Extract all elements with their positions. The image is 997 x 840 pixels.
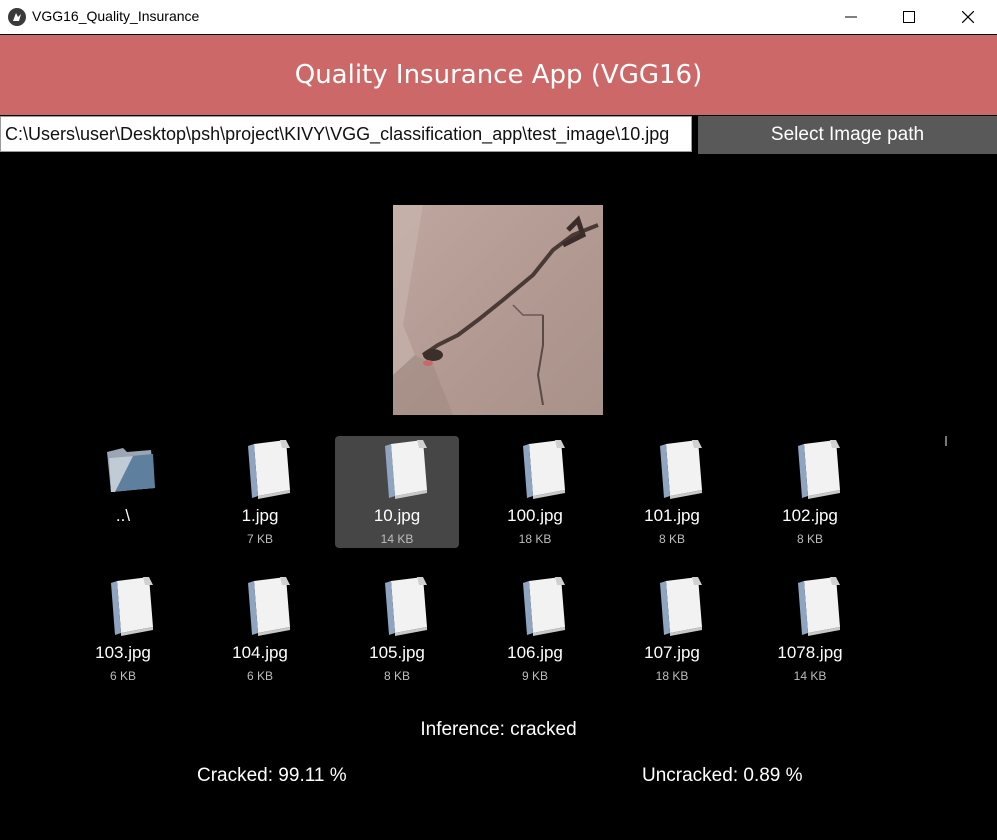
file-size: 14 KB	[380, 532, 414, 546]
file-item[interactable]: 106.jpg 9 KB	[473, 573, 597, 685]
file-item[interactable]: 107.jpg 18 KB	[610, 573, 734, 685]
close-button[interactable]	[939, 0, 997, 34]
file-size: 6 KB	[246, 669, 273, 683]
file-item[interactable]: 104.jpg 6 KB	[198, 573, 322, 685]
parent-folder-item[interactable]: ..\	[61, 436, 185, 548]
file-size: 8 KB	[658, 532, 685, 546]
select-image-path-button[interactable]: Select Image path	[698, 116, 997, 154]
kivy-app-icon	[8, 8, 26, 26]
file-size: 8 KB	[796, 532, 823, 546]
file-name: 103.jpg	[95, 643, 151, 662]
file-item[interactable]: 100.jpg 18 KB	[473, 436, 597, 548]
cracked-probability: Cracked: 99.11 %	[197, 765, 347, 786]
image-path-input[interactable]: C:\Users\user\Desktop\psh\project\KIVY\V…	[0, 116, 692, 152]
close-icon	[962, 11, 974, 23]
maximize-icon	[903, 11, 915, 23]
minimize-button[interactable]	[822, 0, 880, 34]
file-icon	[240, 577, 294, 637]
file-name: 106.jpg	[507, 643, 563, 662]
file-name: 1.jpg	[241, 506, 279, 525]
file-name: 104.jpg	[232, 643, 288, 662]
file-icon	[515, 577, 569, 637]
page-title: Quality Insurance App (VGG16)	[294, 60, 703, 90]
file-item[interactable]: 105.jpg 8 KB	[335, 573, 459, 685]
file-size: 6 KB	[109, 669, 136, 683]
file-name: ..\	[115, 506, 131, 525]
file-icon	[515, 440, 569, 500]
file-item[interactable]: 101.jpg 8 KB	[610, 436, 734, 548]
file-item[interactable]: 1078.jpg 14 KB	[748, 573, 872, 685]
file-name: 1078.jpg	[777, 643, 843, 662]
file-icon	[652, 440, 706, 500]
file-icon	[240, 440, 294, 500]
file-size: 14 KB	[793, 669, 827, 683]
file-icon	[790, 440, 844, 500]
file-name: 105.jpg	[369, 643, 425, 662]
file-size: 18 KB	[655, 669, 689, 683]
file-size: 8 KB	[383, 669, 410, 683]
preview-image	[393, 205, 603, 415]
file-name: 107.jpg	[644, 643, 700, 662]
app-header: Quality Insurance App (VGG16)	[0, 35, 997, 115]
file-icon	[790, 577, 844, 637]
file-icon	[103, 577, 157, 637]
file-name: 101.jpg	[644, 506, 700, 525]
file-size: 7 KB	[246, 532, 273, 546]
uncracked-probability: Uncracked: 0.89 %	[642, 765, 803, 786]
file-item[interactable]: 10.jpg 14 KB	[335, 436, 459, 548]
file-icon	[377, 577, 431, 637]
file-item[interactable]: 102.jpg 8 KB	[748, 436, 872, 548]
file-size: 18 KB	[518, 532, 552, 546]
file-icon	[652, 577, 706, 637]
concrete-crack-image	[393, 205, 603, 415]
file-size: 9 KB	[521, 669, 548, 683]
file-item[interactable]: 1.jpg 7 KB	[198, 436, 322, 548]
file-name: 10.jpg	[373, 506, 421, 525]
folder-icon	[103, 440, 157, 500]
file-item[interactable]: 103.jpg 6 KB	[61, 573, 185, 685]
file-name: 100.jpg	[507, 506, 563, 525]
file-list-scrollbar[interactable]	[945, 436, 947, 446]
window-title: VGG16_Quality_Insurance	[32, 8, 200, 24]
file-icon	[377, 440, 431, 500]
title-bar: VGG16_Quality_Insurance	[0, 0, 997, 34]
inference-label: Inference: cracked	[420, 719, 577, 740]
maximize-button[interactable]	[880, 0, 938, 34]
file-name: 102.jpg	[782, 506, 838, 525]
minimize-icon	[845, 16, 857, 18]
